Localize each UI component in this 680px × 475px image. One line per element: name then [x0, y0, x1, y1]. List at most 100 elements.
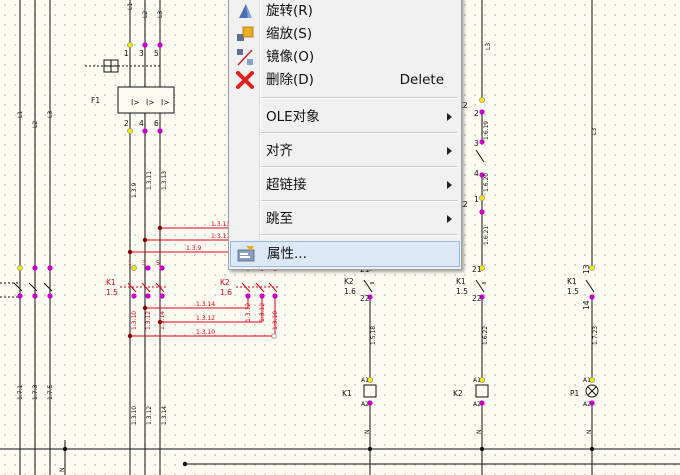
k1-term-3: 3	[142, 260, 146, 267]
bottom-ref-3: 1.3.14	[161, 406, 168, 425]
left-xref-3: 1.7.5	[47, 385, 54, 400]
col3-n: N	[586, 430, 593, 435]
col2-term-3: 3	[474, 139, 479, 148]
scale-icon	[236, 25, 254, 43]
col2-term-4: 4	[474, 169, 479, 178]
menu-item-align[interactable]: 对齐	[230, 139, 460, 163]
submenu-arrow-icon	[447, 113, 452, 121]
f1-wire-ref-2: 1.3.11	[146, 171, 153, 190]
k2-out-ref-3: 1.3.10	[272, 311, 279, 330]
contactor-k1[interactable]	[120, 265, 166, 299]
menu-item-mirror-label: 镜像(O)	[266, 49, 315, 65]
f1-wire-ref-3: 1.3.13	[161, 171, 168, 190]
menu-item-mirror[interactable]: 镜像(O)	[230, 45, 460, 69]
col2-ref-3: 1.6.21	[483, 226, 490, 245]
lamp-p1-a2: A2	[583, 401, 591, 408]
coil-k1-name: K1	[342, 389, 352, 398]
menu-item-scale-label: 缩放(S)	[266, 26, 313, 42]
col2-ref-2: 1.6.20	[483, 173, 490, 192]
f1-pole-1: I>	[131, 98, 140, 107]
left-bus-lines	[0, 0, 66, 475]
coil-k1-a1: A1	[361, 377, 369, 384]
menu-item-jump-to[interactable]: 跳至	[230, 207, 460, 231]
k1-term-1: 1	[128, 260, 132, 267]
red-ref-1314: 1.3.14	[196, 301, 215, 308]
red-ref-1312: 1.3.12	[196, 315, 215, 322]
bottom-junction-dots	[62, 446, 595, 467]
menu-item-rotate-label: 旋转(R)	[266, 3, 313, 19]
f1-term-6: 6	[154, 119, 159, 128]
lamp-p1-a1: A1	[583, 377, 591, 384]
menu-item-delete[interactable]: 删除(D) Delete	[230, 68, 460, 92]
relay-f1-wires	[129, 0, 161, 475]
delete-icon	[236, 71, 254, 89]
menu-separator	[261, 166, 457, 168]
menu-item-ole-label: OLE对象	[266, 109, 320, 125]
contactor-k2-ref: 1.6	[220, 288, 232, 297]
col1-t22: 22	[360, 294, 370, 303]
col2-term-2: 2	[474, 109, 479, 118]
col3-t14: 14	[582, 300, 591, 310]
k2-out-ref-1: 1.3.12	[245, 303, 252, 322]
col1-contact-name: K2	[344, 277, 354, 286]
menu-separator	[261, 234, 457, 236]
col2-t22: 22	[472, 294, 482, 303]
relay-f1-bottom-dots	[127, 128, 163, 134]
properties-icon	[237, 245, 255, 263]
f1-term-5: 5	[154, 49, 159, 58]
col2-wire-ref: 1.6.22	[482, 326, 489, 345]
k1-out-ref-2: 1.3.12	[145, 311, 152, 330]
coil-k2-a1: A1	[473, 377, 481, 384]
coil-k2-a2: A2	[473, 401, 481, 408]
bottom-ref-2: 1.3.12	[146, 406, 153, 425]
col2-contact-name: K1	[456, 277, 466, 286]
submenu-arrow-icon	[447, 147, 452, 155]
menu-separator	[261, 200, 457, 202]
f1-term-3: 3	[139, 49, 144, 58]
k2-out-ref-2: 1.3.12	[259, 303, 266, 322]
menu-item-scale[interactable]: 缩放(S)	[230, 22, 460, 46]
col2-t21: 21	[472, 265, 482, 274]
n-label-left: N	[59, 468, 66, 473]
col3-wire-ref: 1.7.23	[592, 326, 599, 345]
menu-item-properties[interactable]: 属性...	[230, 241, 460, 267]
menu-item-hyperlink[interactable]: 超链接	[230, 173, 460, 197]
col3-contact-name: K1	[567, 277, 577, 286]
submenu-arrow-icon	[447, 181, 452, 189]
menu-separator	[261, 132, 457, 134]
relay-f1-name: F1	[91, 96, 100, 105]
bus-label-l2: L2	[32, 121, 39, 128]
menu-item-ole-object[interactable]: OLE对象	[230, 105, 460, 129]
f1-pole-3: I>	[161, 98, 170, 107]
contactor-k1-name: K1	[106, 278, 116, 287]
contactor-k1-ref: 1.5	[106, 288, 118, 297]
left-xref-1: 1.7.1	[17, 385, 24, 400]
bottom-ref-1: 1.3.10	[131, 406, 138, 425]
red-ref-139: 1.3.9	[186, 245, 201, 252]
col2-ref-1: 1.6.19	[483, 121, 490, 140]
context-menu: 旋转(R) 缩放(S) 镜像(O) 删除(D) Delete OLE对象 对齐 …	[228, 0, 462, 270]
col2-term-1: 1	[474, 195, 479, 204]
menu-item-rotate[interactable]: 旋转(R)	[230, 0, 460, 23]
col2-contact-ref: 1.5	[456, 287, 468, 296]
menu-separator	[261, 97, 457, 99]
col1-contact-ref: 1.6	[344, 287, 356, 296]
col1-wire-ref: 1.5.18	[370, 326, 377, 345]
col3-contact-ref: 1.5	[567, 287, 579, 296]
col3-t13: 13	[582, 264, 591, 274]
k1-out-ref-3: 1.3.14	[159, 311, 166, 330]
bus-label-l1: L1	[17, 111, 24, 118]
rotate-icon	[236, 2, 254, 20]
menu-item-hyperlink-label: 超链接	[266, 177, 307, 193]
coil-k2-name: K2	[453, 389, 463, 398]
submenu-arrow-icon	[447, 215, 452, 223]
relay-f1-top-dots	[127, 42, 163, 48]
menu-item-jump-label: 跳至	[266, 211, 293, 227]
f1-term-1: 1	[124, 49, 129, 58]
f1-term-4: 4	[139, 119, 144, 128]
contactor-k2-name: K2	[220, 278, 230, 287]
coil-k1-a2: A2	[361, 401, 369, 408]
right-bus-label-l3: L3	[591, 128, 598, 135]
left-xref-2: 1.7.3	[32, 385, 39, 400]
bus-label-l3: L3	[47, 111, 54, 118]
